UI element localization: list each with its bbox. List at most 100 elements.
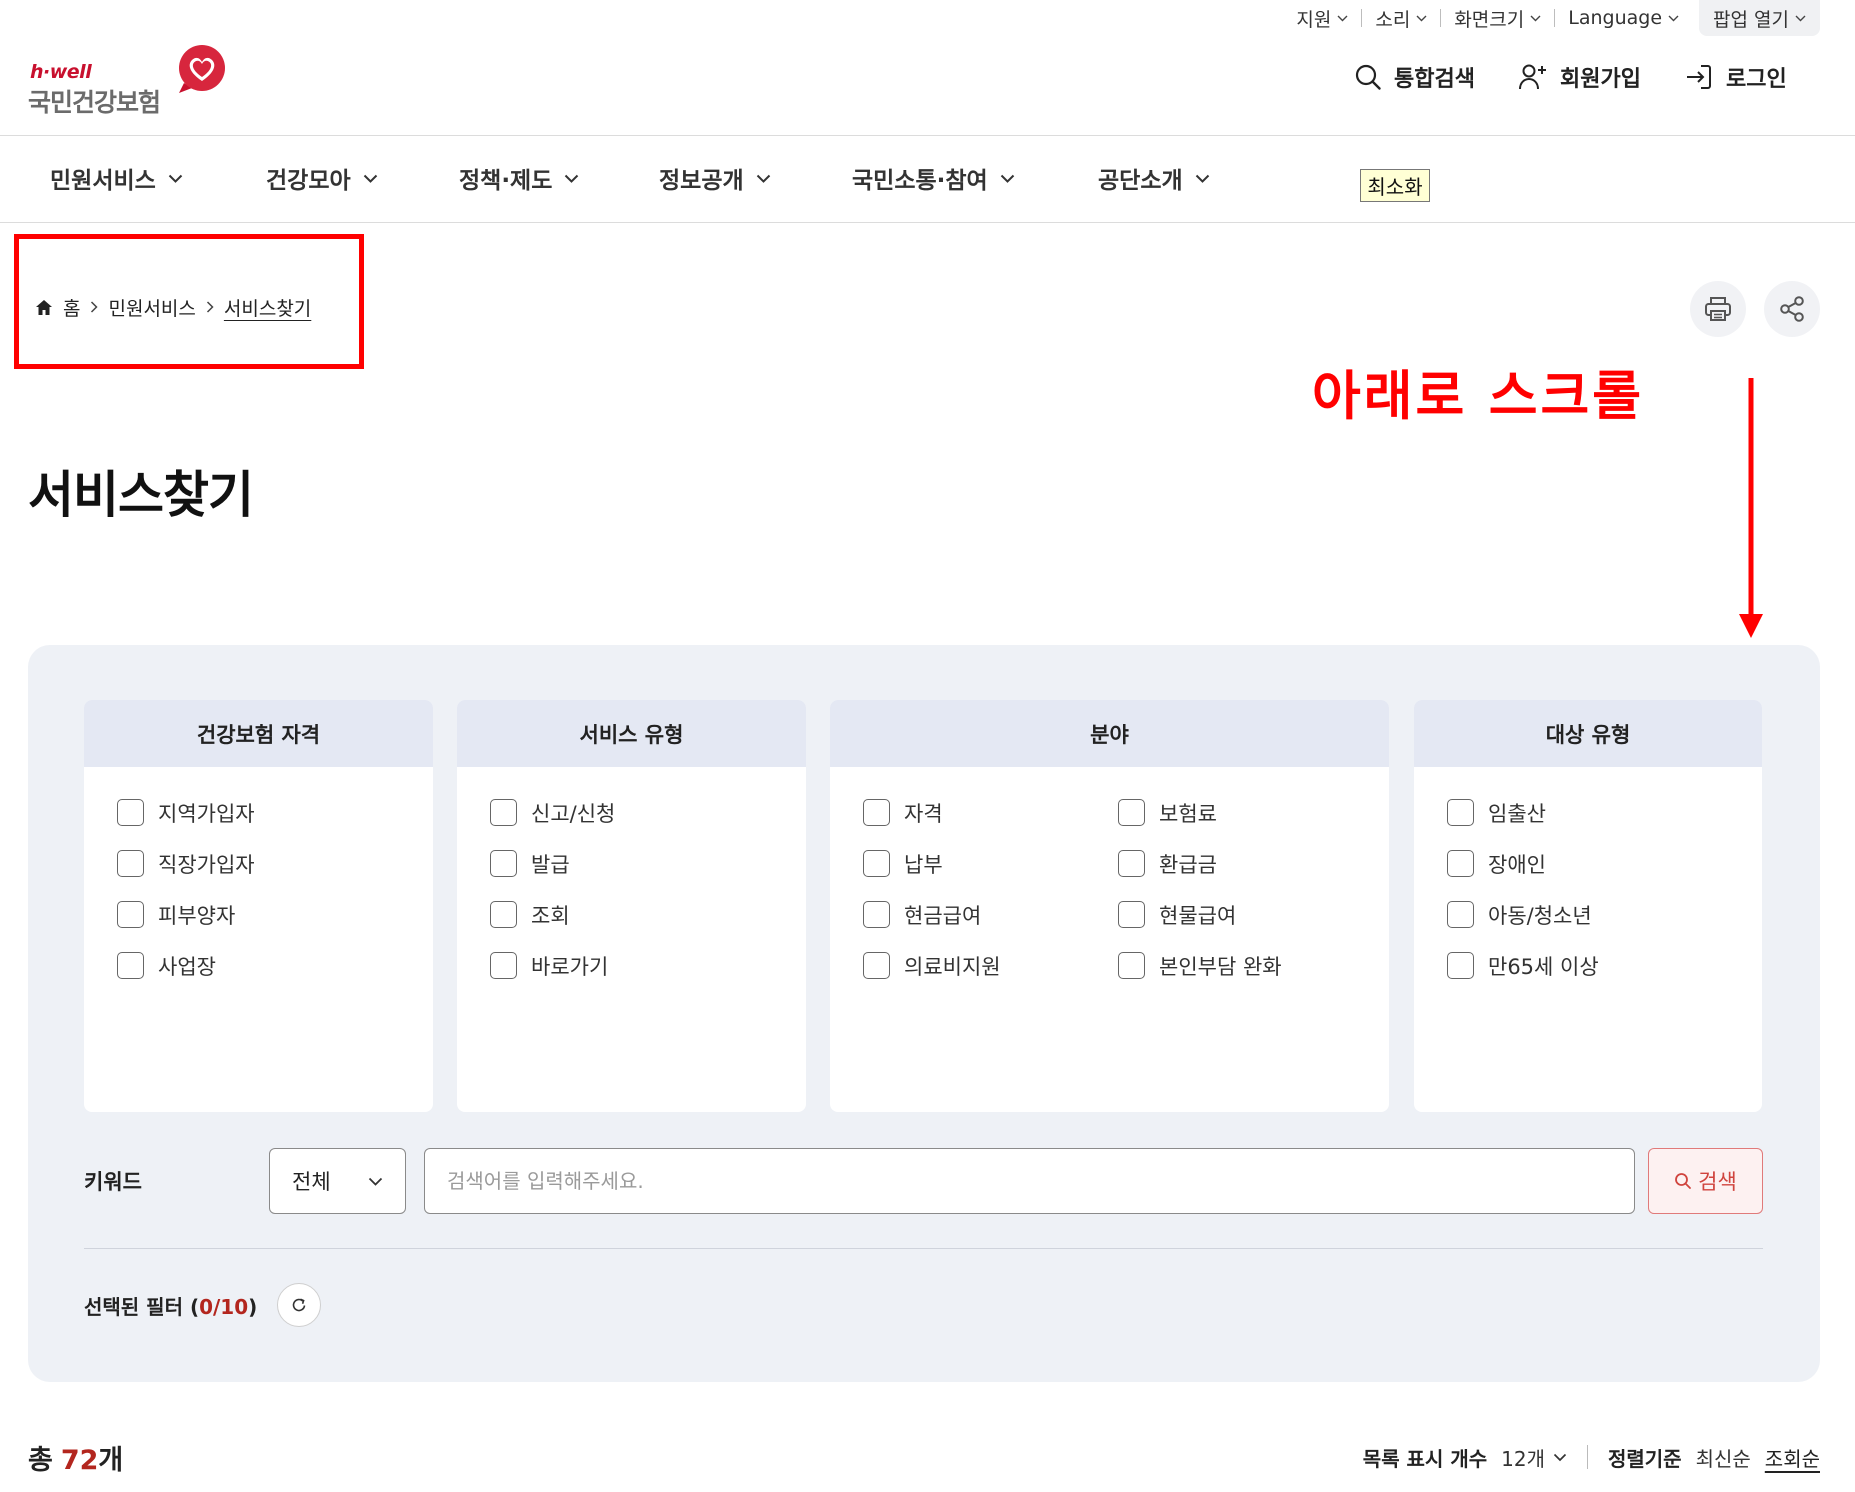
filter-option-label: 사업장 — [158, 954, 216, 979]
filter-option[interactable]: 신고/신청 — [490, 787, 806, 838]
checkbox[interactable] — [1118, 901, 1145, 928]
filter-group-title: 서비스 유형 — [457, 700, 806, 767]
filter-option[interactable]: 현물급여 — [1118, 889, 1389, 940]
chevron-down-icon — [1795, 15, 1806, 21]
checkbox[interactable] — [1447, 850, 1474, 877]
filter-option[interactable]: 바로가기 — [490, 940, 806, 991]
utility-screen-size[interactable]: 화면크기 — [1446, 0, 1549, 36]
utility-popup-open[interactable]: 팝업 열기 — [1699, 0, 1820, 36]
nav-item-civil-service[interactable]: 민원서비스 — [50, 158, 183, 198]
utility-sound[interactable]: 소리 — [1367, 0, 1435, 36]
home-icon[interactable] — [35, 299, 53, 316]
nav-item-policy[interactable]: 정책·제도 — [459, 158, 579, 198]
sort-option-views[interactable]: 조회순 — [1765, 1443, 1820, 1472]
arrow-down-icon — [1739, 378, 1763, 638]
checkbox[interactable] — [117, 952, 144, 979]
keyword-label: 키워드 — [84, 1170, 142, 1194]
reset-filters-button[interactable] — [277, 1283, 322, 1327]
print-button[interactable] — [1690, 281, 1746, 337]
filter-option[interactable]: 만65세 이상 — [1447, 940, 1762, 991]
page-size-value: 12개 — [1501, 1446, 1545, 1471]
filter-option[interactable]: 의료비지원 — [863, 940, 1118, 991]
checkbox[interactable] — [1118, 850, 1145, 877]
keyword-search-input[interactable] — [424, 1148, 1635, 1214]
checkbox[interactable] — [863, 901, 890, 928]
checkbox[interactable] — [117, 799, 144, 826]
filter-option[interactable]: 아동/청소년 — [1447, 889, 1762, 940]
chevron-down-icon — [565, 174, 579, 183]
checkbox[interactable] — [490, 952, 517, 979]
integrated-search-label: 통합검색 — [1394, 67, 1475, 92]
filter-option-label: 장애인 — [1488, 852, 1546, 877]
paren-close: ) — [248, 1294, 258, 1319]
filter-option-label: 아동/청소년 — [1488, 903, 1592, 928]
checkbox[interactable] — [863, 952, 890, 979]
breadcrumb-home[interactable]: 홈 — [63, 294, 80, 321]
minimize-button[interactable]: 최소화 — [1360, 169, 1430, 202]
nav-item-label: 국민소통·참여 — [852, 168, 988, 194]
filter-option[interactable]: 사업장 — [117, 940, 433, 991]
filter-option[interactable]: 지역가입자 — [117, 787, 433, 838]
filter-option[interactable]: 조회 — [490, 889, 806, 940]
filter-option[interactable]: 장애인 — [1447, 838, 1762, 889]
filter-option[interactable]: 환급금 — [1118, 838, 1389, 889]
checkbox[interactable] — [863, 799, 890, 826]
keyword-search-button[interactable]: 검색 — [1648, 1148, 1763, 1214]
separator — [1361, 9, 1363, 27]
chevron-down-icon — [363, 174, 377, 183]
checkbox[interactable] — [490, 901, 517, 928]
integrated-search-button[interactable]: 통합검색 — [1354, 58, 1475, 96]
nav-item-about[interactable]: 공단소개 — [1098, 158, 1210, 198]
selected-filters: 선택된 필터 (0/10) — [84, 1283, 322, 1327]
filter-option[interactable]: 보험료 — [1118, 787, 1389, 838]
page-size-select[interactable]: 12개 — [1501, 1443, 1567, 1472]
filter-option[interactable]: 피부양자 — [117, 889, 433, 940]
search-icon — [1675, 1173, 1692, 1189]
paren-open: ( — [189, 1294, 200, 1319]
filter-option-label: 피부양자 — [158, 903, 236, 928]
filter-option-label: 환급금 — [1159, 852, 1217, 877]
breadcrumb-current[interactable]: 서비스찾기 — [224, 294, 311, 321]
filter-divider — [84, 1248, 1763, 1249]
filter-option-label: 현금급여 — [904, 903, 982, 928]
filter-option[interactable]: 임출산 — [1447, 787, 1762, 838]
checkbox[interactable] — [490, 850, 517, 877]
nav-divider — [0, 222, 1855, 223]
filter-option-label: 본인부담 완화 — [1159, 954, 1282, 979]
checkbox[interactable] — [863, 850, 890, 877]
filter-option[interactable]: 현금급여 — [863, 889, 1118, 940]
results-total-prefix: 총 — [28, 1444, 53, 1476]
filter-option-label: 신고/신청 — [531, 801, 616, 826]
filter-option[interactable]: 자격 — [863, 787, 1118, 838]
keyword-scope-select[interactable]: 전체 — [269, 1148, 406, 1214]
utility-support[interactable]: 지원 — [1288, 0, 1356, 36]
filter-option[interactable]: 발급 — [490, 838, 806, 889]
checkbox[interactable] — [490, 799, 517, 826]
login-button[interactable]: 로그인 — [1684, 58, 1787, 96]
nav-item-disclosure[interactable]: 정보공개 — [659, 158, 771, 198]
utility-sound-label: 소리 — [1375, 8, 1411, 31]
checkbox[interactable] — [117, 850, 144, 877]
signup-button[interactable]: 회원가입 — [1518, 58, 1641, 96]
checkbox[interactable] — [117, 901, 144, 928]
filter-option[interactable]: 직장가입자 — [117, 838, 433, 889]
checkbox[interactable] — [1447, 901, 1474, 928]
checkbox[interactable] — [1118, 952, 1145, 979]
filter-options: 임출산 장애인 아동/청소년 만65세 이상 — [1414, 767, 1762, 991]
checkbox[interactable] — [1118, 799, 1145, 826]
filter-group-title: 대상 유형 — [1414, 700, 1762, 767]
filter-option[interactable]: 본인부담 완화 — [1118, 940, 1389, 991]
filter-option[interactable]: 납부 — [863, 838, 1118, 889]
breadcrumb-item[interactable]: 민원서비스 — [108, 294, 195, 321]
checkbox[interactable] — [1447, 952, 1474, 979]
nav-item-label: 민원서비스 — [50, 168, 156, 194]
filter-options: 지역가입자 직장가입자 피부양자 사업장 — [84, 767, 433, 991]
checkbox[interactable] — [1447, 799, 1474, 826]
sort-option-latest[interactable]: 최신순 — [1696, 1443, 1751, 1472]
utility-language[interactable]: Language — [1560, 0, 1687, 36]
nav-item-communication[interactable]: 국민소통·참여 — [852, 158, 1015, 198]
site-logo[interactable]: h·well 국민건강보험 — [26, 40, 231, 118]
chevron-down-icon — [1668, 15, 1679, 21]
nav-item-health[interactable]: 건강모아 — [266, 158, 378, 198]
share-button[interactable] — [1764, 281, 1820, 337]
